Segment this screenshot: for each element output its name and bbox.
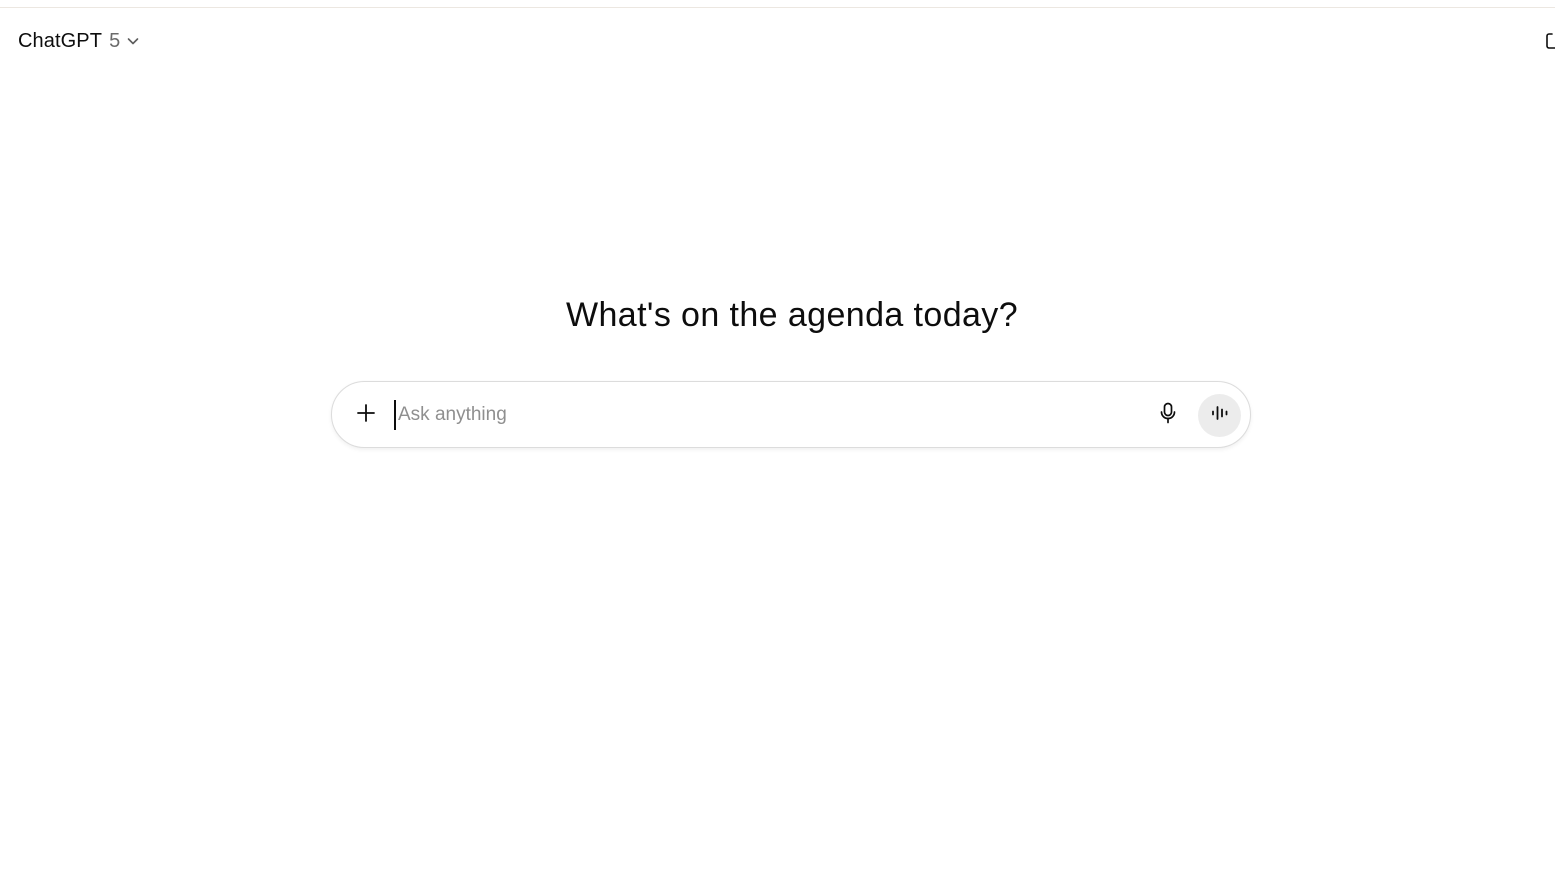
- dictate-button[interactable]: [1150, 397, 1186, 433]
- microphone-icon: [1158, 402, 1178, 429]
- voice-waveform-icon: [1210, 404, 1230, 427]
- voice-mode-button[interactable]: [1198, 394, 1241, 437]
- prompt-input[interactable]: [394, 400, 1138, 430]
- new-chat-icon[interactable]: [1545, 30, 1555, 50]
- top-divider: [0, 0, 1555, 8]
- model-selector[interactable]: ChatGPT 5: [10, 24, 148, 58]
- chevron-down-icon: [126, 34, 140, 48]
- model-name: ChatGPT: [18, 29, 103, 52]
- page-headline: What's on the agenda today?: [565, 296, 1019, 334]
- plus-icon: [356, 403, 376, 428]
- prompt-composer: [331, 381, 1251, 448]
- add-attachment-button[interactable]: [348, 397, 384, 433]
- model-version: 5: [109, 29, 121, 52]
